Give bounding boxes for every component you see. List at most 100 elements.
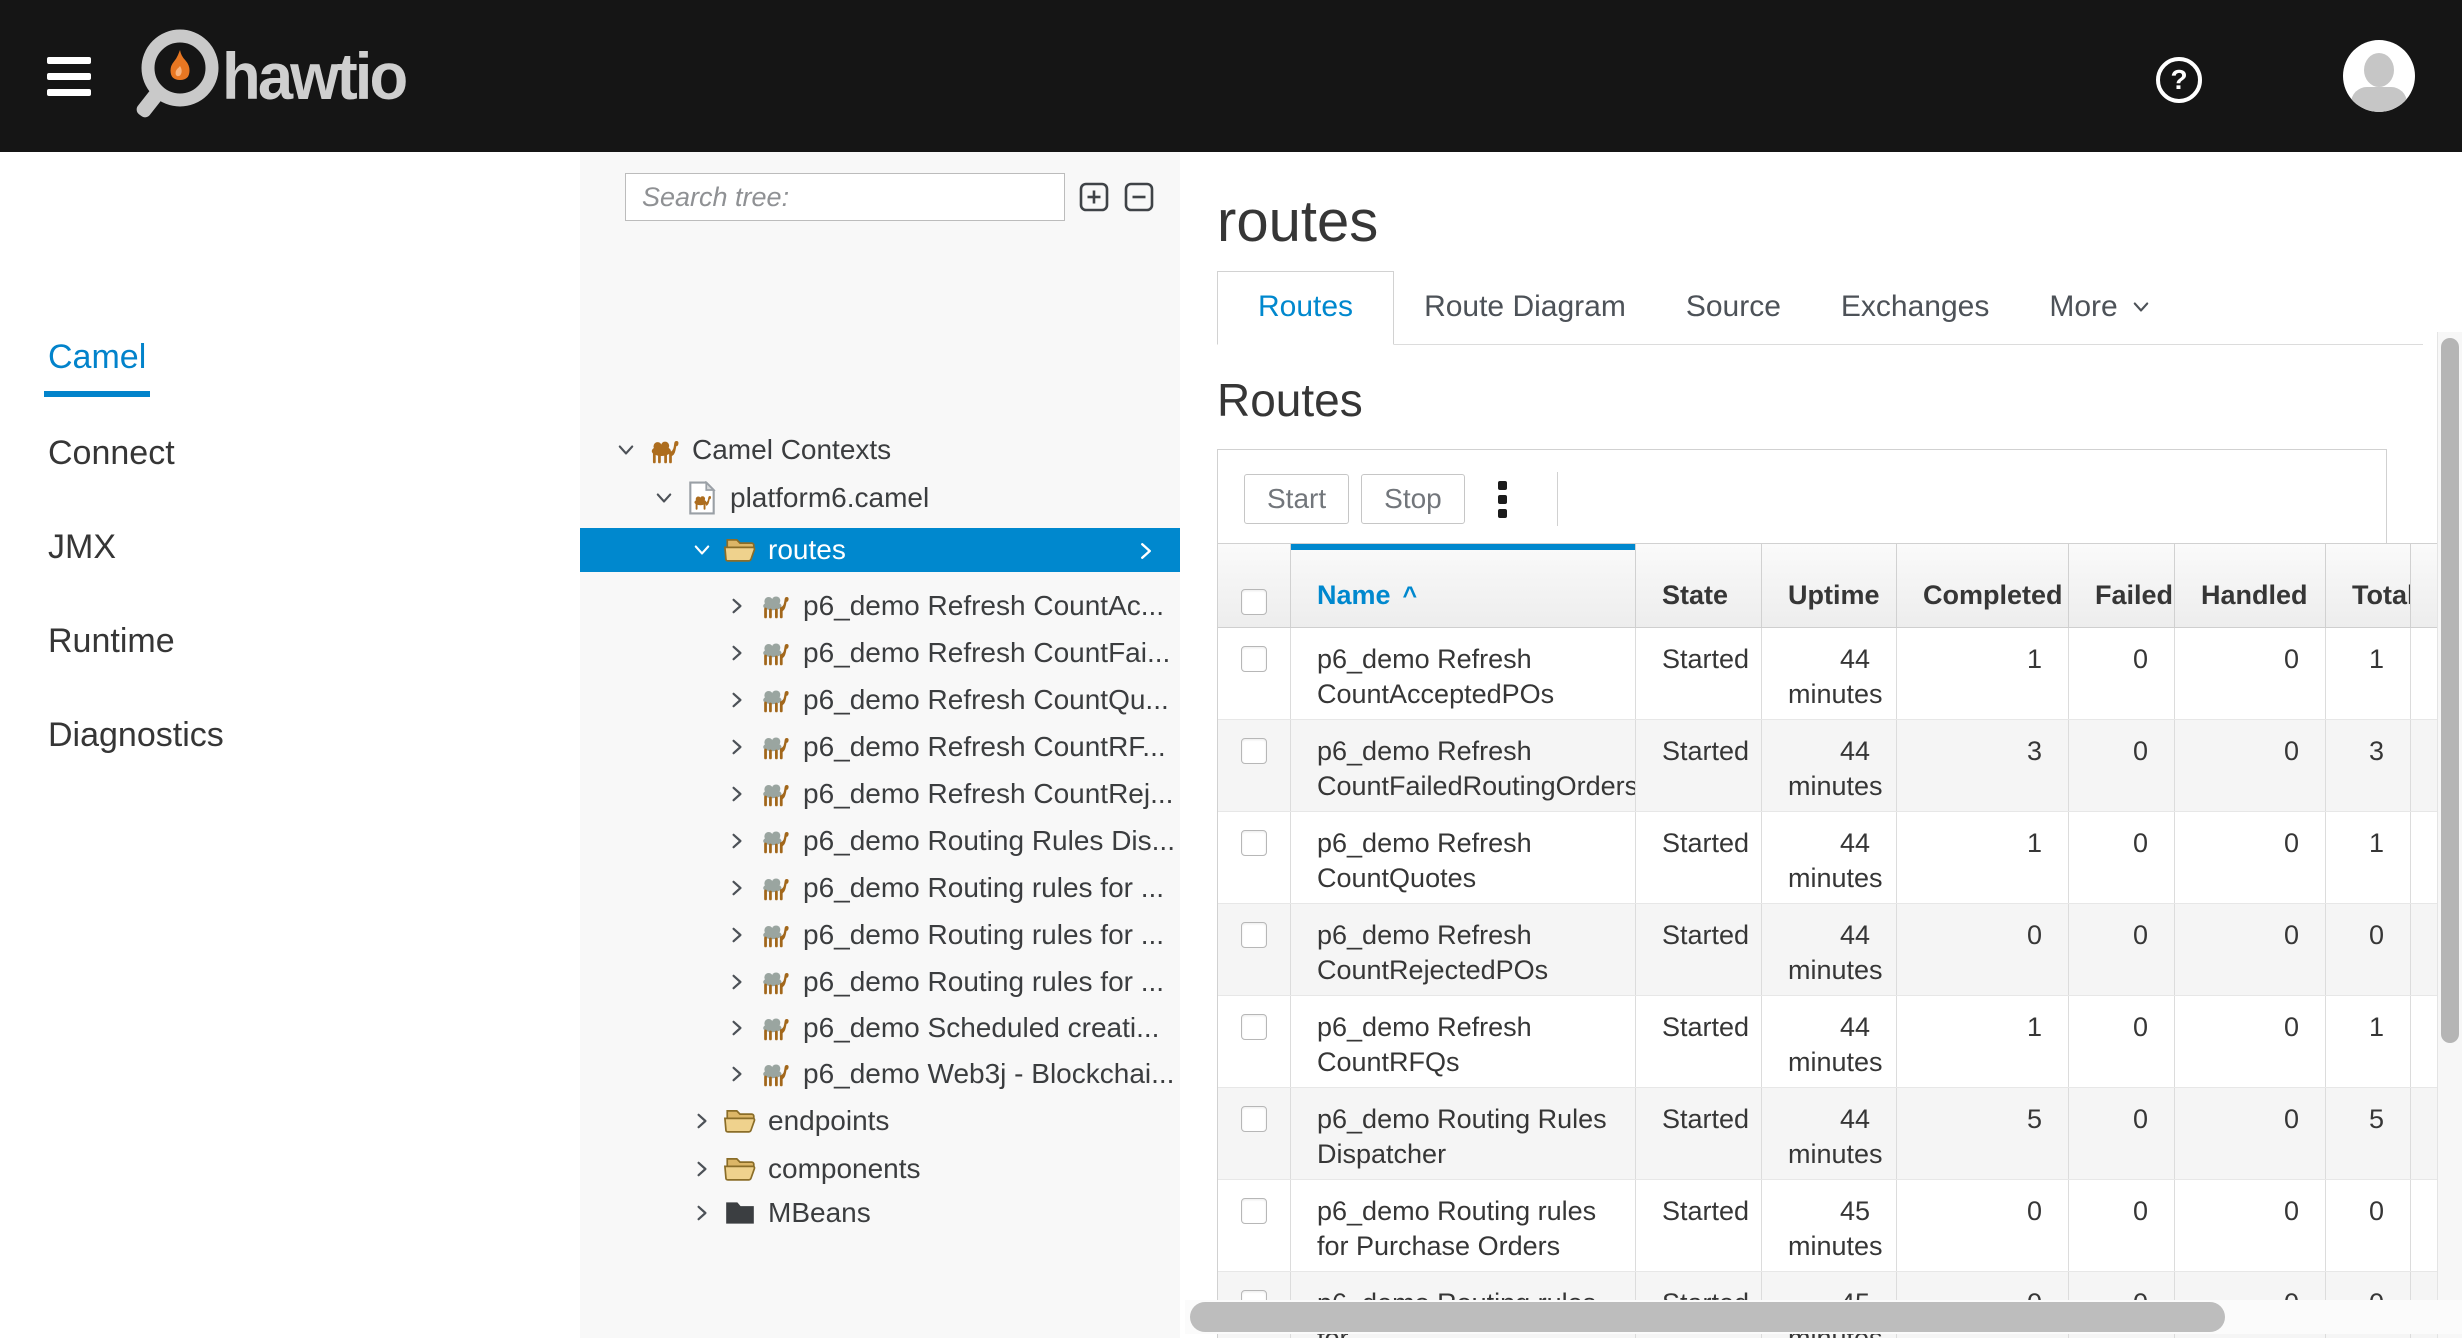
column-header-failed[interactable]: Failed <box>2069 544 2175 627</box>
table-row[interactable]: p6_demo Routing Rules DispatcherStarted4… <box>1218 1088 2440 1180</box>
start-button[interactable]: Start <box>1244 474 1349 524</box>
route-camel-icon <box>757 918 793 952</box>
chevron-down-icon[interactable] <box>614 438 638 462</box>
tree-search-input[interactable] <box>625 173 1065 221</box>
sort-indicator-bar <box>1291 544 1635 550</box>
expand-all-icon[interactable] <box>1078 181 1110 213</box>
column-header-state[interactable]: State <box>1636 544 1762 627</box>
column-header-uptime[interactable]: Uptime <box>1762 544 1897 627</box>
tab-exchanges[interactable]: Exchanges <box>1811 290 2019 344</box>
column-header-total[interactable]: Total <box>2326 544 2411 627</box>
nav-item-jmx[interactable]: JMX <box>48 528 116 567</box>
main-content: routes Routes Route Diagram Source Excha… <box>1180 152 2462 1338</box>
sort-asc-icon: ^ <box>1403 582 1418 611</box>
tree-node-camel-contexts[interactable]: Camel Contexts <box>580 426 1180 473</box>
chevron-right-icon[interactable] <box>690 1109 714 1133</box>
table-row[interactable]: p6_demo Refresh CountAcceptedPOsStarted4… <box>1218 628 2440 720</box>
select-all-checkbox[interactable] <box>1241 589 1267 615</box>
section-title: Routes <box>1217 373 2462 427</box>
route-camel-icon <box>757 777 793 811</box>
chevron-right-icon[interactable] <box>725 923 749 947</box>
tree-node-route[interactable]: p6_demo Refresh CountRF... <box>580 723 1180 770</box>
table-row[interactable]: p6_demo Refresh CountFailedRoutingOrders… <box>1218 720 2440 812</box>
row-checkbox[interactable] <box>1241 738 1267 764</box>
nav-item-connect[interactable]: Connect <box>48 434 175 473</box>
folder-open-icon <box>722 533 758 567</box>
tree-node-route[interactable]: p6_demo Web3j - Blockchai... <box>580 1050 1180 1097</box>
tab-source[interactable]: Source <box>1656 290 1811 344</box>
tree-node-route[interactable]: p6_demo Routing rules for ... <box>580 911 1180 958</box>
table-row[interactable]: p6_demo Routing rules for Purchase Order… <box>1218 1180 2440 1272</box>
user-avatar[interactable] <box>2343 40 2415 112</box>
row-checkbox[interactable] <box>1241 922 1267 948</box>
avatar-body-icon <box>2351 87 2407 112</box>
tab-more[interactable]: More <box>2019 290 2181 344</box>
horizontal-scrollbar-thumb[interactable] <box>1190 1302 2225 1332</box>
collapse-all-icon[interactable] <box>1123 181 1155 213</box>
chevron-down-icon[interactable] <box>690 538 714 562</box>
hamburger-menu-icon[interactable] <box>47 57 91 97</box>
nav-item-camel[interactable]: Camel <box>44 338 150 397</box>
tree-node-route[interactable]: p6_demo Scheduled creati... <box>580 1004 1180 1051</box>
chevron-right-icon[interactable] <box>725 594 749 618</box>
route-camel-icon <box>757 824 793 858</box>
chevron-right-icon[interactable] <box>725 970 749 994</box>
row-checkbox[interactable] <box>1241 1106 1267 1132</box>
tree-node-route[interactable]: p6_demo Routing Rules Dis... <box>580 817 1180 864</box>
chevron-right-icon[interactable] <box>1134 538 1158 570</box>
tab-routes[interactable]: Routes <box>1217 271 1394 345</box>
route-camel-icon <box>757 965 793 999</box>
chevron-right-icon[interactable] <box>725 1016 749 1040</box>
routes-table: Name^ State Uptime Completed Failed Hand… <box>1217 543 2440 1338</box>
kebab-menu-icon[interactable] <box>1483 474 1523 524</box>
hawtio-app: hawtio ? Camel Connect JMX Runtime Diagn… <box>0 0 2462 1338</box>
nav-item-runtime[interactable]: Runtime <box>48 622 175 661</box>
tab-route-diagram[interactable]: Route Diagram <box>1394 290 1656 344</box>
table-row[interactable]: p6_demo Refresh CountRejectedPOsStarted4… <box>1218 904 2440 996</box>
routes-toolbar: Start Stop <box>1217 449 2387 549</box>
route-camel-icon <box>757 589 793 623</box>
route-camel-icon <box>757 1057 793 1091</box>
tree-node-platform6-camel[interactable]: platform6.camel <box>580 474 1180 521</box>
route-camel-icon <box>757 1011 793 1045</box>
chevron-right-icon[interactable] <box>725 876 749 900</box>
help-icon[interactable]: ? <box>2156 57 2202 103</box>
row-checkbox[interactable] <box>1241 1198 1267 1224</box>
tree-node-components[interactable]: components <box>580 1145 1180 1192</box>
route-camel-icon <box>757 871 793 905</box>
column-header-completed[interactable]: Completed <box>1897 544 2069 627</box>
tree-search-row <box>625 173 1155 221</box>
vertical-scrollbar[interactable] <box>2437 332 2462 1338</box>
tree-node-route[interactable]: p6_demo Refresh CountAc... <box>580 582 1180 629</box>
column-header-handled[interactable]: Handled <box>2175 544 2326 627</box>
chevron-right-icon[interactable] <box>690 1157 714 1181</box>
stop-button[interactable]: Stop <box>1361 474 1465 524</box>
tree-node-route[interactable]: p6_demo Routing rules for ... <box>580 958 1180 1005</box>
chevron-right-icon[interactable] <box>690 1201 714 1225</box>
tree-node-mbeans[interactable]: MBeans <box>580 1189 1180 1236</box>
chevron-right-icon[interactable] <box>725 782 749 806</box>
chevron-right-icon[interactable] <box>725 688 749 712</box>
tree-node-route[interactable]: p6_demo Routing rules for ... <box>580 864 1180 911</box>
tree-node-routes[interactable]: routes <box>580 528 1180 572</box>
column-header-name[interactable]: Name^ <box>1291 544 1636 627</box>
chevron-down-icon[interactable] <box>652 486 676 510</box>
tree-node-endpoints[interactable]: endpoints <box>580 1097 1180 1144</box>
horizontal-scrollbar[interactable] <box>1185 1300 2462 1334</box>
chevron-right-icon[interactable] <box>725 829 749 853</box>
table-row[interactable]: p6_demo Refresh CountQuotesStarted44 min… <box>1218 812 2440 904</box>
row-checkbox[interactable] <box>1241 830 1267 856</box>
brand-text: hawtio <box>222 38 405 114</box>
tree-node-route[interactable]: p6_demo Refresh CountQu... <box>580 676 1180 723</box>
row-checkbox[interactable] <box>1241 646 1267 672</box>
tree-node-route[interactable]: p6_demo Refresh CountFai... <box>580 629 1180 676</box>
vertical-scrollbar-thumb[interactable] <box>2441 338 2459 1043</box>
chevron-right-icon[interactable] <box>725 641 749 665</box>
row-checkbox[interactable] <box>1241 1014 1267 1040</box>
chevron-right-icon[interactable] <box>725 735 749 759</box>
nav-item-diagnostics[interactable]: Diagnostics <box>48 716 224 755</box>
table-row[interactable]: p6_demo Refresh CountRFQsStarted44 minut… <box>1218 996 2440 1088</box>
tree-node-route[interactable]: p6_demo Refresh CountRej... <box>580 770 1180 817</box>
column-header-inflight[interactable]: Inflight <box>2411 544 2440 627</box>
chevron-right-icon[interactable] <box>725 1062 749 1086</box>
